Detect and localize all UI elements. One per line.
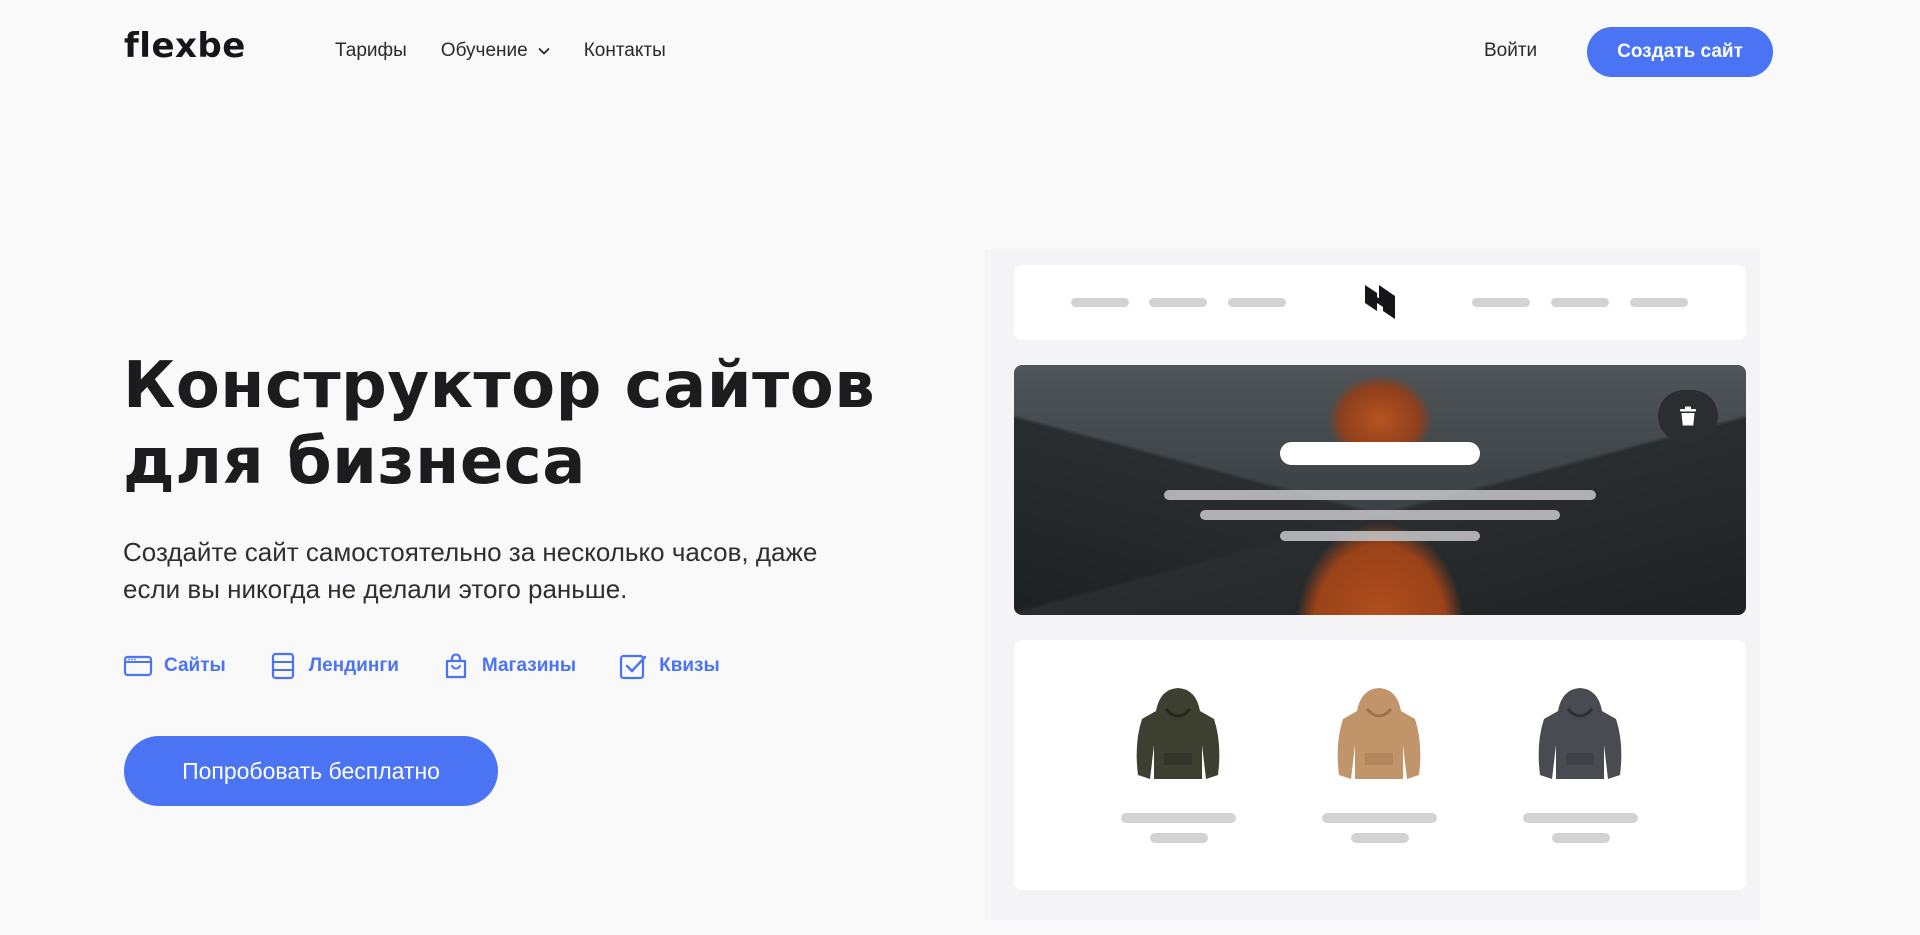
feature-links: Сайты Лендинги Магазины Квизы [123,652,720,680]
hero-subtitle: Создайте сайт самостоятельно за нескольк… [123,534,943,608]
site-header: flexbe Тарифы Обучение Контакты Войти Со… [0,0,1920,104]
hoodie-charcoal-icon [1538,688,1622,779]
placeholder-bar [1630,298,1688,307]
feature-link-shops[interactable]: Магазины [441,652,576,680]
nav-item-contacts[interactable]: Контакты [584,40,666,62]
checkbox-icon [619,654,647,680]
feature-link-quizzes[interactable]: Квизы [618,652,720,680]
hero-title-line: Конструктор сайтов [123,349,876,423]
placeholder-bar [1551,298,1609,307]
hero-subtitle-line: Создайте сайт самостоятельно за нескольк… [123,537,818,567]
login-link[interactable]: Войти [1484,40,1537,62]
feature-label: Квизы [659,655,720,676]
browser-window-icon [123,655,153,677]
try-free-button[interactable]: Попробовать бесплатно [124,736,498,806]
placeholder-bar [1322,813,1437,823]
placeholder-heading-bar [1280,442,1480,465]
shopping-bag-icon [445,653,467,679]
create-site-button[interactable]: Создать сайт [1587,27,1773,77]
trash-icon [1680,406,1696,426]
hero-subtitle-line: если вы никогда не делали этого раньше. [123,574,628,604]
feature-label: Лендинги [308,655,399,676]
nav-item-label: Обучение [440,40,528,61]
placeholder-bar [1472,298,1530,307]
hoodie-tan-icon [1337,688,1421,779]
feature-label: Магазины [481,655,577,676]
feature-link-landings[interactable]: Лендинги [268,652,399,680]
hero-title: Конструктор сайтов для бизнеса [123,348,923,500]
feature-link-sites[interactable]: Сайты [123,652,226,680]
placeholder-bar [1121,813,1236,823]
main-nav: Тарифы Обучение Контакты [335,40,666,62]
nav-item-learning[interactable]: Обучение [441,40,550,62]
nav-item-label: Контакты [583,40,666,61]
placeholder-bar [1200,510,1560,520]
chevron-down-icon [538,48,550,55]
placeholder-bar [1228,298,1286,307]
placeholder-bar [1150,833,1208,843]
placeholder-bar [1552,833,1610,843]
placeholder-bar [1164,490,1596,500]
placeholder-bar [1149,298,1207,307]
delete-block-button[interactable] [1658,390,1718,442]
placeholder-bar [1351,833,1409,843]
nav-item-label: Тарифы [335,40,407,61]
placeholder-bar [1280,531,1480,541]
flexbe-logo[interactable]: flexbe [124,26,246,66]
hoodie-olive-icon [1136,688,1220,779]
flexbe-mark-icon [1365,285,1395,319]
placeholder-bar [1071,298,1129,307]
hero-title-line: для бизнеса [123,425,586,499]
feature-label: Сайты [164,655,226,676]
placeholder-bar [1523,813,1638,823]
landing-layout-icon [271,652,294,680]
nav-item-pricing[interactable]: Тарифы [335,40,407,62]
